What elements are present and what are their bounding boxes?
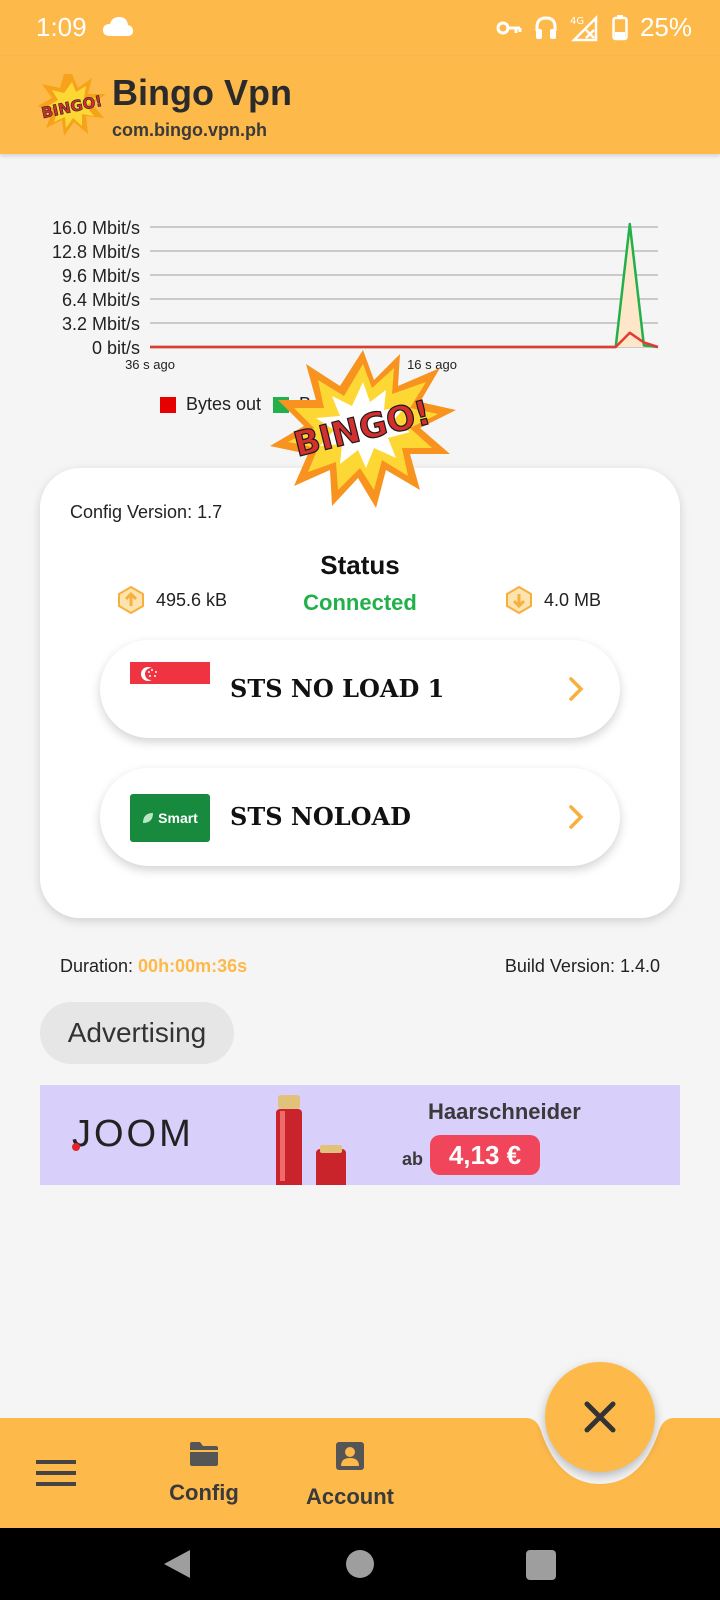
- upload-value: 495.6 kB: [156, 589, 228, 610]
- ad-brand-dot: [72, 1143, 80, 1151]
- upload-icon: [118, 586, 144, 614]
- battery-percent: 25%: [639, 12, 692, 42]
- legend-label-out: Bytes out: [186, 394, 262, 414]
- svg-text:4G: 4G: [570, 16, 584, 27]
- key-icon: [496, 21, 522, 34]
- ad-brand: JOOM: [72, 1113, 194, 1155]
- connection-card: Config Version: 1.7 Status Connected 495…: [40, 468, 680, 918]
- chart-y-tick-label: 3.2 Mbit/s: [62, 314, 140, 334]
- ad-headline: Haarschneider: [428, 1099, 581, 1124]
- chevron-right-icon: [569, 805, 584, 829]
- ad-price-prefix: ab: [402, 1149, 424, 1169]
- download-stat: 4.0 MB: [506, 586, 601, 614]
- series-line-bytes-out: [150, 331, 659, 349]
- nav-account-label: Account: [306, 1484, 394, 1509]
- ad-product-image: [276, 1095, 346, 1185]
- legend-bytes-out: Bytes out: [160, 394, 261, 415]
- ad-price: 4,13 €: [430, 1135, 540, 1175]
- advertising-chip: Advertising: [40, 1002, 234, 1064]
- status-time: 1:09: [36, 12, 87, 42]
- chevron-right-icon: [569, 677, 584, 701]
- server-label: STS NOLOAD: [230, 802, 411, 831]
- chart-y-tick-label: 9.6 Mbit/s: [62, 266, 140, 286]
- system-nav-bar: [0, 1528, 720, 1600]
- smart-logo: Smart: [130, 794, 210, 842]
- series-area-bytes-in: [150, 224, 658, 347]
- app-package: com.bingo.vpn.ph: [112, 120, 267, 140]
- upload-stat: 495.6 kB: [118, 586, 227, 614]
- duration-value: 00h:00m:36s: [138, 956, 248, 976]
- chart-y-tick-label: 6.4 Mbit/s: [62, 290, 140, 310]
- bingo-badge: BINGO!: [270, 350, 456, 508]
- battery-icon: [612, 14, 628, 40]
- menu-icon[interactable]: [36, 1458, 76, 1488]
- series-line-bytes-in: [150, 222, 659, 349]
- back-icon[interactable]: [162, 1548, 192, 1580]
- chart-y-tick-label: 16.0 Mbit/s: [52, 218, 140, 238]
- recents-icon[interactable]: [526, 1550, 556, 1580]
- smart-logo-text: Smart: [158, 810, 198, 826]
- account-icon: [336, 1442, 364, 1470]
- headset-icon: [535, 15, 557, 39]
- smart-logo-mark: [143, 813, 154, 823]
- download-icon: [506, 586, 532, 614]
- server-button-sts-noload[interactable]: Smart STS NOLOAD: [100, 768, 620, 866]
- app-logo: BINGO!: [38, 74, 106, 136]
- disconnect-fab[interactable]: [545, 1362, 655, 1472]
- download-value: 4.0 MB: [544, 589, 602, 610]
- ad-banner[interactable]: JOOM Haarschneider ab 4,13 €: [40, 1085, 680, 1185]
- chart-x-tick-label: 36 s ago: [125, 357, 175, 372]
- home-icon[interactable]: [346, 1550, 374, 1578]
- cloud-icon: [103, 17, 133, 36]
- status-title: Status: [320, 550, 400, 580]
- duration-label: Duration:: [60, 956, 139, 976]
- close-icon: [584, 1401, 616, 1433]
- status-bar: 1:09 4G 25%: [0, 0, 720, 56]
- config-version: Config Version: 1.7: [70, 502, 223, 522]
- signal-icon: 4G: [570, 14, 598, 41]
- legend-swatch-out: [160, 396, 176, 413]
- nav-account[interactable]: Account: [300, 1440, 400, 1510]
- server-button-sts-no-load-1[interactable]: STS NO LOAD 1: [100, 640, 620, 738]
- server-label: STS NO LOAD 1: [230, 674, 445, 703]
- chart-y-tick-label: 12.8 Mbit/s: [52, 242, 140, 262]
- duration: Duration: 00h:00m:36s: [60, 956, 247, 977]
- folder-icon: [190, 1442, 218, 1466]
- nav-config-label: Config: [169, 1480, 239, 1505]
- build-version: Build Version: 1.4.0: [504, 956, 660, 976]
- nav-config[interactable]: Config: [164, 1440, 244, 1506]
- app-title: Bingo Vpn: [112, 72, 292, 113]
- status-icons: 4G 25%: [496, 12, 692, 43]
- app-bar: BINGO! Bingo Vpn com.bingo.vpn.ph: [0, 56, 720, 154]
- chart-y-tick-label: 0 bit/s: [92, 338, 140, 358]
- singapore-flag-icon: [130, 662, 210, 690]
